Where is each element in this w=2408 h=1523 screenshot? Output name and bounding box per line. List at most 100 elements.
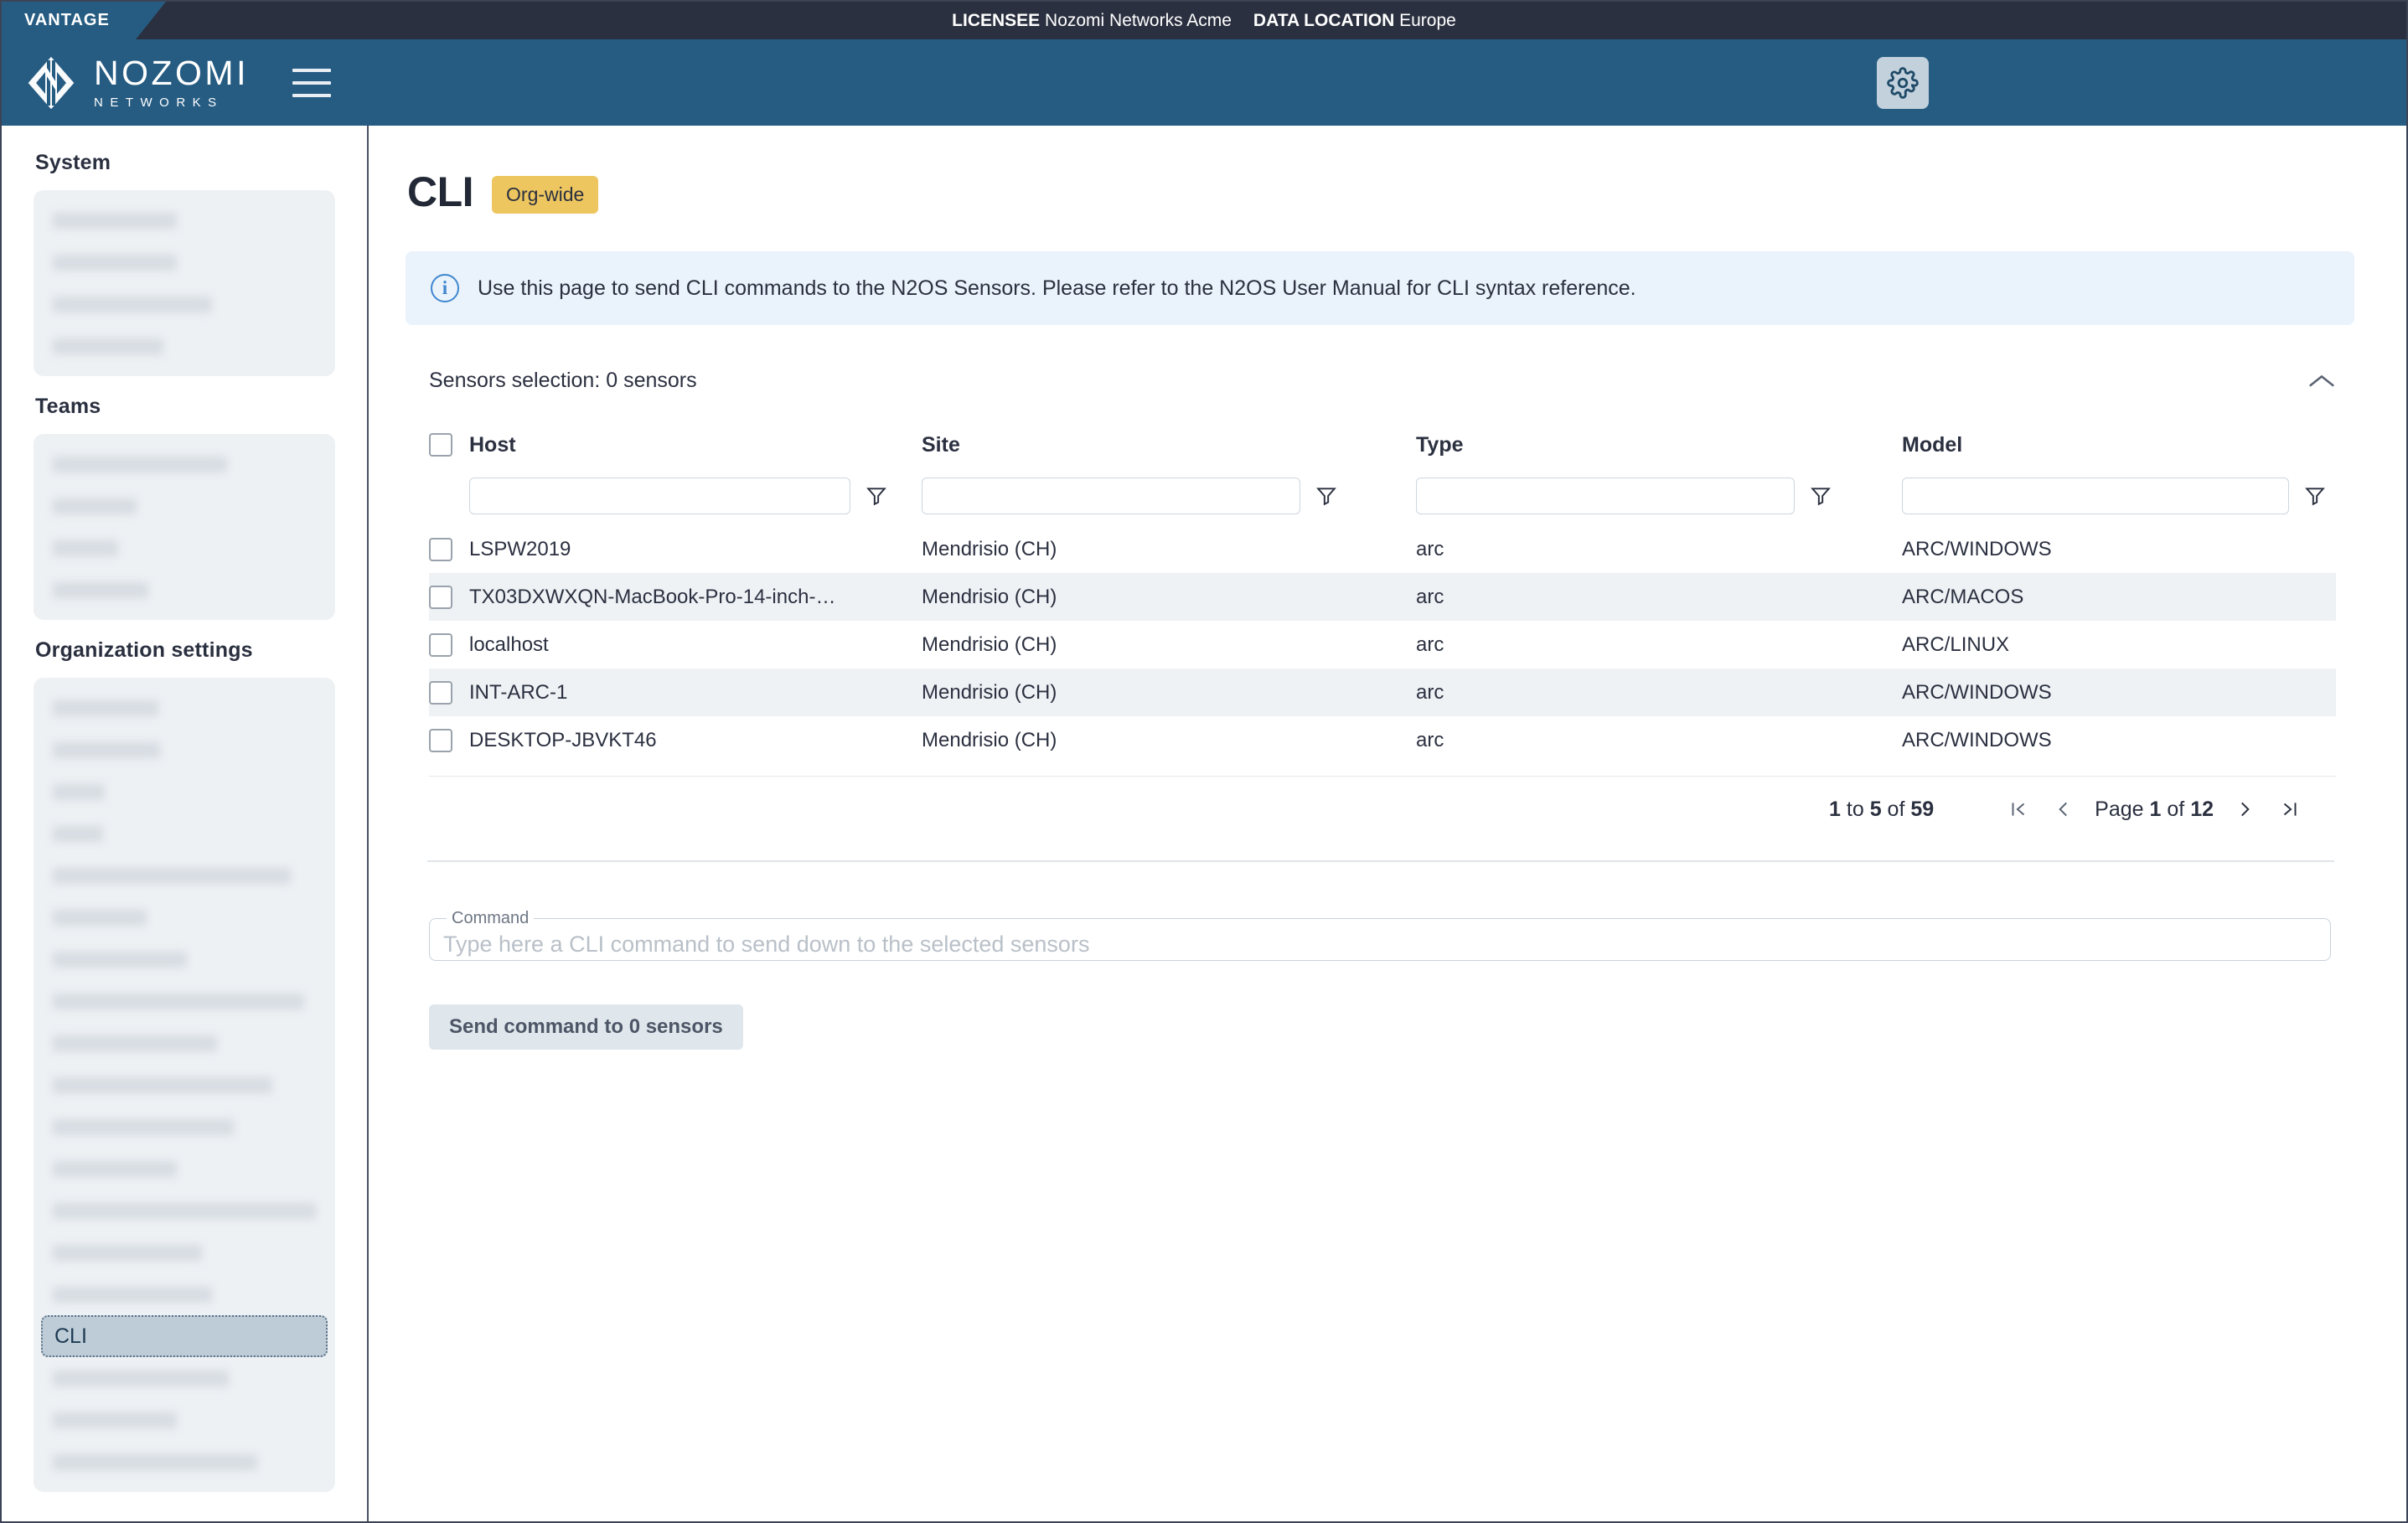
row-select-cell xyxy=(429,632,469,657)
model-filter-input[interactable] xyxy=(1902,478,2289,514)
brand-bar: NOZOMI NETWORKS xyxy=(2,39,2406,126)
column-header-site[interactable]: Site xyxy=(922,433,1416,457)
sidebar: System Teams Organization settings CLI xyxy=(2,126,369,1521)
sidebar-panel-teams xyxy=(34,434,335,620)
site-filter-input[interactable] xyxy=(922,478,1300,514)
cell-model: ARC/WINDOWS xyxy=(1902,728,2052,751)
info-banner: i Use this page to send CLI commands to … xyxy=(406,251,2354,325)
row-checkbox[interactable] xyxy=(429,585,452,609)
range-to-word: to xyxy=(1846,797,1864,821)
gear-icon[interactable] xyxy=(1877,56,1929,109)
sidebar-group-teams: Teams xyxy=(34,395,335,620)
chevron-up-icon[interactable] xyxy=(2307,372,2336,390)
data-location-label: DATA LOCATION xyxy=(1253,10,1395,30)
sidebar-item-redacted[interactable] xyxy=(41,1106,328,1148)
sidebar-item-redacted[interactable] xyxy=(41,1273,328,1315)
sidebar-group-title: Teams xyxy=(35,395,101,418)
command-fieldset: Command xyxy=(429,909,2331,961)
row-select-cell xyxy=(429,537,469,561)
range-of-word: of xyxy=(1887,797,1905,821)
command-input[interactable] xyxy=(443,931,2317,958)
table-row[interactable]: LSPW2019 Mendrisio (CH) arc ARC/WINDOWS xyxy=(429,525,2336,573)
page-body: System Teams Organization settings CLI C… xyxy=(2,126,2406,1521)
data-location-value: Europe xyxy=(1399,10,1456,30)
funnel-icon[interactable] xyxy=(1810,485,1832,507)
sidebar-item-redacted[interactable] xyxy=(41,729,328,771)
sidebar-item-redacted[interactable] xyxy=(41,1148,328,1190)
filter-cell-model xyxy=(1902,478,2336,514)
logo-primary-text: NOZOMI xyxy=(94,54,249,92)
row-checkbox[interactable] xyxy=(429,680,452,705)
sidebar-item-redacted[interactable] xyxy=(41,771,328,813)
first-page-icon[interactable] xyxy=(1996,787,2041,832)
table-filter-row xyxy=(429,467,2336,525)
sidebar-item-redacted[interactable] xyxy=(41,199,328,241)
sidebar-item-redacted[interactable] xyxy=(41,241,328,283)
column-header-host[interactable]: Host xyxy=(469,433,922,457)
pagination: 1 to 5 of 59 Page 1 of 12 xyxy=(429,777,2336,842)
licensee-value: Nozomi Networks Acme xyxy=(1045,10,1232,30)
product-tab-vantage[interactable]: VANTAGE xyxy=(2,2,166,39)
sidebar-item-redacted[interactable] xyxy=(41,443,328,485)
hamburger-icon[interactable] xyxy=(292,68,331,97)
type-filter-input[interactable] xyxy=(1416,478,1795,514)
table-row[interactable]: DESKTOP-JBVKT46 Mendrisio (CH) arc ARC/W… xyxy=(429,716,2336,764)
last-page-glyph xyxy=(2283,803,2297,816)
table-header-row: Host Site Type Model xyxy=(429,423,2336,467)
cell-type: arc xyxy=(1416,680,1444,704)
sidebar-panel-organization-settings: CLI xyxy=(34,678,335,1492)
table-row[interactable]: TX03DXWXQN-MacBook-Pro-14-inch-… Mendris… xyxy=(429,573,2336,621)
sidebar-item-redacted[interactable] xyxy=(41,896,328,938)
sidebar-item-redacted[interactable] xyxy=(41,938,328,980)
range-total: 59 xyxy=(1910,797,1935,821)
last-page-icon[interactable] xyxy=(2267,787,2312,832)
sidebar-panel-system xyxy=(34,190,335,376)
funnel-icon[interactable] xyxy=(1315,485,1337,507)
sidebar-item-redacted[interactable] xyxy=(41,485,328,527)
row-select-cell xyxy=(429,680,469,705)
sidebar-item-redacted[interactable] xyxy=(41,527,328,569)
sidebar-item-redacted[interactable] xyxy=(41,325,328,367)
command-field-wrapper: Command xyxy=(429,909,2331,961)
sidebar-item-redacted[interactable] xyxy=(41,1190,328,1231)
sidebar-item-redacted[interactable] xyxy=(41,1231,328,1273)
cell-type: arc xyxy=(1416,537,1444,560)
row-checkbox[interactable] xyxy=(429,728,452,752)
cell-site: Mendrisio (CH) xyxy=(922,585,1057,608)
application-window: VANTAGE LICENSEE Nozomi Networks Acme DA… xyxy=(0,0,2408,1523)
select-all-checkbox[interactable] xyxy=(429,433,452,457)
licensee-bar: VANTAGE LICENSEE Nozomi Networks Acme DA… xyxy=(2,2,2406,39)
sidebar-item-redacted[interactable] xyxy=(41,283,328,325)
sidebar-item-redacted[interactable] xyxy=(41,1022,328,1064)
sidebar-item-redacted[interactable] xyxy=(41,569,328,611)
column-header-model[interactable]: Model xyxy=(1902,433,2336,457)
host-filter-input[interactable] xyxy=(469,478,850,514)
sidebar-item-redacted[interactable] xyxy=(41,1399,328,1441)
sensors-selection-header: Sensors selection: 0 sensors xyxy=(406,369,2354,393)
sidebar-item-redacted[interactable] xyxy=(41,980,328,1022)
sidebar-item-redacted[interactable] xyxy=(41,687,328,729)
funnel-icon[interactable] xyxy=(866,485,887,507)
cell-host: LSPW2019 xyxy=(469,537,571,560)
cell-type: arc xyxy=(1416,632,1444,656)
sidebar-item-redacted[interactable] xyxy=(41,1357,328,1399)
sidebar-item-redacted[interactable] xyxy=(41,813,328,854)
table-row[interactable]: localhost Mendrisio (CH) arc ARC/LINUX xyxy=(429,621,2336,669)
range-end: 5 xyxy=(1869,797,1882,821)
next-page-icon[interactable] xyxy=(2222,787,2267,832)
sidebar-item-redacted[interactable] xyxy=(41,1064,328,1106)
funnel-icon[interactable] xyxy=(2304,485,2326,507)
sidebar-item-redacted[interactable] xyxy=(41,854,328,896)
table-row[interactable]: INT-ARC-1 Mendrisio (CH) arc ARC/WINDOWS xyxy=(429,669,2336,716)
prev-page-icon[interactable] xyxy=(2041,787,2086,832)
row-checkbox[interactable] xyxy=(429,632,452,657)
sensors-selection-label: Sensors selection: 0 sensors xyxy=(429,369,697,392)
pagination-range: 1 to 5 of 59 xyxy=(1829,798,1934,822)
sidebar-item-redacted[interactable] xyxy=(41,1441,328,1483)
nozomi-logo[interactable]: NOZOMI NETWORKS xyxy=(25,54,249,111)
column-header-type[interactable]: Type xyxy=(1416,433,1902,457)
send-command-button[interactable]: Send command to 0 sensors xyxy=(429,1004,743,1050)
sidebar-item-cli[interactable]: CLI xyxy=(41,1315,328,1357)
row-checkbox[interactable] xyxy=(429,537,452,561)
cell-site: Mendrisio (CH) xyxy=(922,537,1057,560)
